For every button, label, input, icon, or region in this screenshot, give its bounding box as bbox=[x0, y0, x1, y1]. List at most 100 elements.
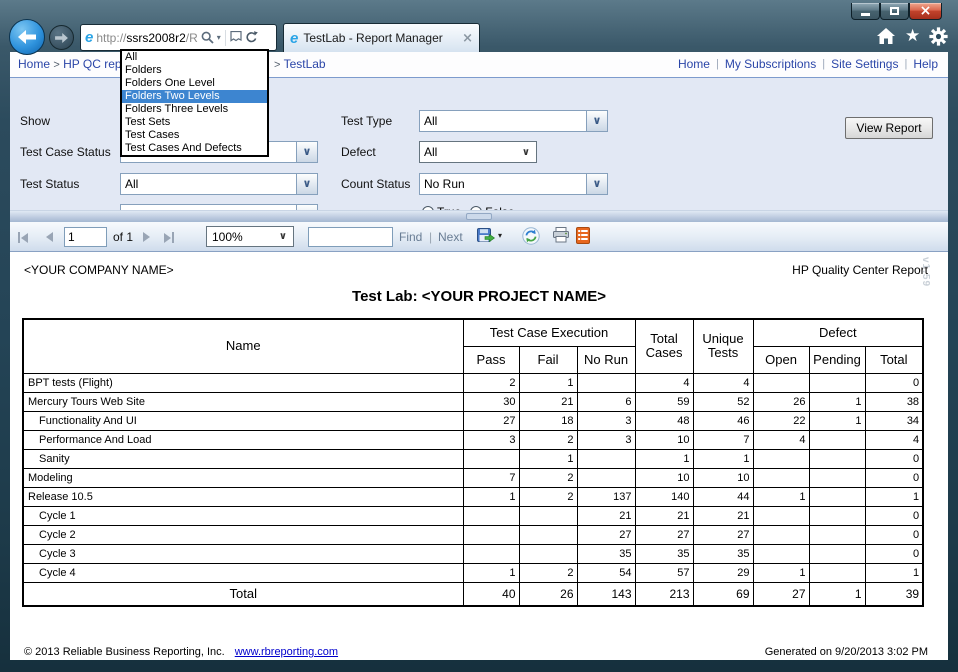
url-text[interactable]: http://ssrs2008r2/R bbox=[96, 31, 197, 45]
test-type-label: Test Type bbox=[341, 114, 392, 128]
count-status-chevron-icon[interactable]: ∨ bbox=[586, 173, 608, 195]
dropdown-option[interactable]: Test Sets bbox=[122, 116, 267, 129]
value-cell: 52 bbox=[693, 392, 753, 411]
header-pass: Pass bbox=[463, 346, 519, 373]
header-group-test-case-execution: Test Case Execution bbox=[463, 319, 635, 346]
print-icon[interactable] bbox=[552, 227, 570, 243]
value-cell: 3 bbox=[463, 430, 519, 449]
value-cell bbox=[753, 506, 809, 525]
find-text-input[interactable] bbox=[308, 227, 393, 247]
table-total-row: Total40261432136927139 bbox=[23, 582, 923, 606]
total-label-cell: Total bbox=[23, 582, 463, 606]
value-cell bbox=[577, 449, 635, 468]
breadcrumb-home-link[interactable]: Home bbox=[18, 57, 50, 71]
defect-select[interactable]: All ∨ bbox=[419, 141, 537, 163]
site-nav-link[interactable]: Home bbox=[678, 57, 710, 71]
value-cell bbox=[519, 506, 577, 525]
table-row: Cycle 12121210 bbox=[23, 506, 923, 525]
value-cell bbox=[809, 468, 865, 487]
refresh-page-icon[interactable] bbox=[245, 31, 258, 44]
favorites-star-icon[interactable]: ★ bbox=[905, 26, 920, 46]
value-cell: 22 bbox=[753, 411, 809, 430]
company-website-link[interactable]: www.rbreporting.com bbox=[235, 646, 338, 658]
find-link[interactable]: Find bbox=[399, 230, 422, 244]
close-icon: × bbox=[920, 4, 932, 18]
maximize-button[interactable] bbox=[880, 3, 909, 20]
total-value-cell: 213 bbox=[635, 582, 693, 606]
test-type-chevron-icon[interactable]: ∨ bbox=[586, 110, 608, 132]
value-cell: 21 bbox=[519, 392, 577, 411]
dropdown-option[interactable]: Folders One Level bbox=[122, 77, 267, 90]
test-status-chevron-icon[interactable]: ∨ bbox=[296, 173, 318, 195]
export-caret-icon[interactable]: ▾ bbox=[498, 231, 502, 240]
splitter-grip-handle[interactable] bbox=[466, 213, 492, 220]
header-pending: Pending bbox=[809, 346, 865, 373]
dropdown-option[interactable]: Test Cases bbox=[122, 129, 267, 142]
value-cell bbox=[809, 430, 865, 449]
copyright-text: © 2013 Reliable Business Reporting, Inc. bbox=[24, 646, 225, 658]
next-link[interactable]: Next bbox=[438, 230, 463, 244]
search-dropdown-caret-icon[interactable]: ▾ bbox=[217, 33, 221, 42]
test-type-combo[interactable]: All ∨ bbox=[419, 110, 608, 132]
dropdown-option[interactable]: Test Cases And Defects bbox=[122, 142, 267, 155]
table-row: Release 10.5121371404411 bbox=[23, 487, 923, 506]
back-button[interactable] bbox=[9, 19, 45, 55]
test-status-value[interactable]: All bbox=[120, 173, 296, 195]
row-name-cell: Performance And Load bbox=[23, 430, 463, 449]
dropdown-option[interactable]: Folders Three Levels bbox=[122, 103, 267, 116]
export-save-icon[interactable] bbox=[477, 227, 495, 244]
breadcrumb-current-link[interactable]: TestLab bbox=[284, 57, 326, 71]
dropdown-option[interactable]: All bbox=[122, 51, 267, 64]
browser-tab[interactable]: e TestLab - Report Manager × bbox=[283, 23, 480, 52]
zoom-select[interactable]: 100% ∨ bbox=[206, 226, 294, 247]
find-next-separator: | bbox=[429, 230, 432, 244]
page-number-input[interactable] bbox=[64, 227, 107, 247]
dropdown-option[interactable]: Folders bbox=[122, 64, 267, 77]
next-page-button[interactable] bbox=[143, 232, 150, 242]
test-case-status-chevron-icon[interactable]: ∨ bbox=[296, 141, 318, 163]
minimize-icon bbox=[861, 13, 870, 16]
value-cell bbox=[753, 525, 809, 544]
value-cell: 54 bbox=[577, 563, 635, 582]
site-nav-link[interactable]: Site Settings bbox=[831, 57, 898, 71]
back-arrow-icon bbox=[18, 30, 36, 44]
data-feed-icon[interactable] bbox=[576, 227, 590, 244]
tab-close-icon[interactable]: × bbox=[462, 31, 473, 46]
report-table-body: Name Test Case Execution Total Cases Uni… bbox=[23, 319, 923, 606]
value-cell: 7 bbox=[463, 468, 519, 487]
search-icon[interactable] bbox=[201, 31, 214, 44]
total-value-cell: 39 bbox=[865, 582, 923, 606]
refresh-report-icon[interactable] bbox=[522, 227, 540, 245]
value-cell: 3 bbox=[577, 411, 635, 430]
previous-page-button[interactable] bbox=[46, 232, 53, 242]
count-status-value[interactable]: No Run bbox=[419, 173, 586, 195]
test-status-combo[interactable]: All ∨ bbox=[120, 173, 318, 195]
forward-button[interactable] bbox=[49, 25, 74, 50]
dropdown-option[interactable]: Folders Two Levels bbox=[122, 90, 267, 103]
value-cell: 1 bbox=[519, 449, 577, 468]
row-name-cell: Modeling bbox=[23, 468, 463, 487]
close-button[interactable]: × bbox=[909, 3, 942, 20]
value-cell: 137 bbox=[577, 487, 635, 506]
compatibility-view-icon[interactable] bbox=[230, 31, 242, 44]
test-type-value[interactable]: All bbox=[419, 110, 586, 132]
first-page-button[interactable] bbox=[18, 232, 28, 243]
total-value-cell: 1 bbox=[809, 582, 865, 606]
value-cell: 2 bbox=[519, 468, 577, 487]
site-nav-link[interactable]: My Subscriptions bbox=[725, 57, 816, 71]
value-cell: 27 bbox=[693, 525, 753, 544]
value-cell: 30 bbox=[463, 392, 519, 411]
last-page-button[interactable] bbox=[164, 232, 174, 243]
value-cell bbox=[809, 487, 865, 506]
minimize-button[interactable] bbox=[851, 3, 880, 20]
address-bar[interactable]: e http://ssrs2008r2/R ▾ bbox=[80, 24, 277, 51]
count-status-combo[interactable]: No Run ∨ bbox=[419, 173, 608, 195]
view-report-button[interactable]: View Report bbox=[845, 117, 933, 139]
value-cell bbox=[753, 373, 809, 392]
value-cell: 1 bbox=[635, 449, 693, 468]
site-nav-link[interactable]: Help bbox=[913, 57, 938, 71]
settings-gear-icon[interactable] bbox=[929, 27, 948, 46]
home-icon[interactable] bbox=[876, 27, 896, 45]
value-cell: 1 bbox=[809, 411, 865, 430]
table-row: Mercury Tours Web Site30216595226138 bbox=[23, 392, 923, 411]
